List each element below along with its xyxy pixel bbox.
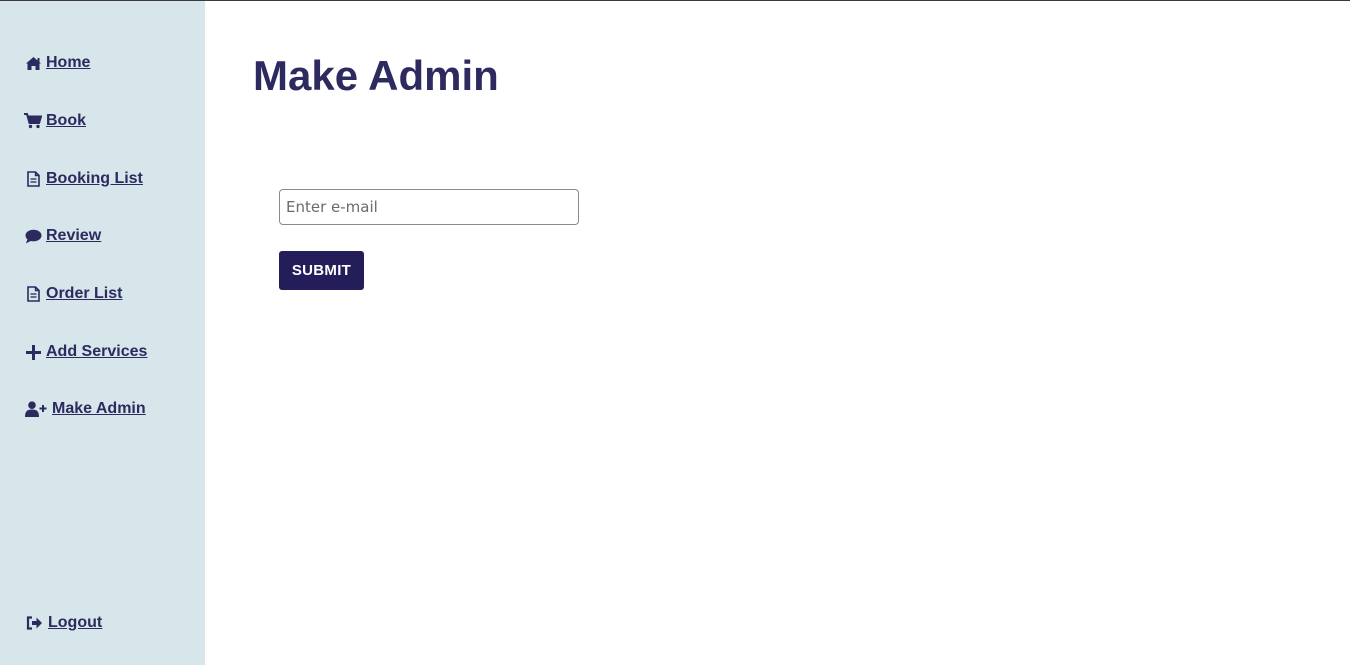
logout-link[interactable]: Logout xyxy=(24,614,102,632)
home-icon xyxy=(24,54,42,72)
email-input[interactable] xyxy=(279,189,579,225)
sidebar-item-review[interactable]: Review xyxy=(24,227,101,245)
sidebar-item-label: Add Services xyxy=(46,343,148,360)
sidebar-item-label: Make Admin xyxy=(52,400,146,417)
sidebar-item-make-admin[interactable]: Make Admin xyxy=(24,400,146,418)
sidebar-item-booking-list[interactable]: Booking List xyxy=(24,170,143,188)
sidebar-item-order-list[interactable]: Order List xyxy=(24,285,122,303)
sidebar-item-label: Book xyxy=(46,112,86,129)
page-title: Make Admin xyxy=(253,52,499,99)
document-icon xyxy=(24,285,42,303)
comment-icon xyxy=(24,227,42,245)
logout-label: Logout xyxy=(48,614,103,631)
sidebar-item-label: Review xyxy=(46,227,102,244)
cart-icon xyxy=(24,112,42,130)
submit-button[interactable]: SUBMIT xyxy=(279,251,364,290)
sidebar-item-add-services[interactable]: Add Services xyxy=(24,343,147,361)
sidebar: Home Book Booking List Review Order List… xyxy=(0,1,205,665)
sidebar-item-label: Home xyxy=(46,54,91,71)
plus-icon xyxy=(24,343,42,361)
sidebar-item-label: Booking List xyxy=(46,170,143,187)
user-plus-icon xyxy=(24,400,48,418)
sign-out-icon xyxy=(24,614,44,632)
sidebar-item-label: Order List xyxy=(46,285,123,302)
sidebar-item-home[interactable]: Home xyxy=(24,54,90,72)
document-icon xyxy=(24,170,42,188)
sidebar-item-book[interactable]: Book xyxy=(24,112,86,130)
